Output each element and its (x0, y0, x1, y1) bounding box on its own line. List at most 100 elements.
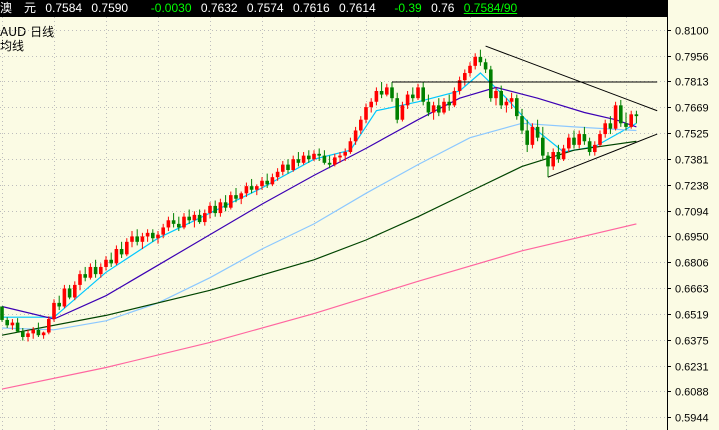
y-tick-label: 0.7669 (675, 103, 709, 115)
price-chart[interactable]: 0.8100 0.7956 0.7813 0.7669 0.7525 0.7381 0.72… (0, 0, 719, 430)
y-tick-label: 0.7525 (675, 129, 709, 141)
candle-body (0, 306, 4, 320)
candle-body (322, 155, 327, 163)
candle-body (395, 98, 399, 120)
candle-body (629, 114, 633, 127)
candle-body (265, 180, 269, 185)
candle-body (73, 284, 77, 298)
candle-body (182, 216, 186, 228)
candle-body (47, 319, 51, 333)
candle-body (348, 141, 353, 153)
y-tick-label: 0.6519 (675, 310, 709, 322)
candle-body (10, 322, 15, 326)
candle-body (286, 164, 290, 170)
candle-body (546, 155, 550, 167)
candle-body (390, 87, 394, 99)
candle-body (140, 236, 145, 242)
candle-body (57, 302, 61, 307)
candle-body (572, 137, 576, 145)
moving-average-line (1, 86, 637, 320)
candle-body (291, 159, 295, 170)
candle-body (525, 130, 529, 145)
candle-body (41, 332, 46, 336)
y-tick-label: 0.6806 (675, 258, 709, 270)
candle-body (151, 232, 155, 239)
y-tick-label: 0.6231 (675, 362, 709, 374)
candle-body (52, 302, 56, 320)
candle-body (468, 65, 472, 74)
candle-body (494, 90, 498, 99)
candle-body (385, 87, 389, 95)
candle-body (577, 134, 581, 145)
candle-body (535, 126, 540, 138)
candle-body (634, 114, 639, 117)
candle-body (499, 90, 503, 106)
candle-body (229, 195, 233, 208)
candle-body (359, 119, 363, 131)
candle-body (239, 193, 243, 199)
candle-body (192, 214, 197, 221)
moving-average-line (2, 72, 637, 318)
candle-body (312, 153, 316, 160)
candle-body (405, 94, 410, 106)
candle-body (582, 134, 587, 142)
candle-body (431, 105, 436, 113)
candle-body (114, 248, 119, 264)
candle-body (587, 141, 592, 153)
candle-body (109, 259, 113, 264)
candle-body (223, 202, 228, 208)
candle-body (234, 195, 238, 199)
candle-body (416, 87, 420, 99)
candle-body (437, 105, 441, 113)
candle-body (67, 288, 72, 298)
candle-body (504, 101, 509, 106)
candle-body (197, 214, 202, 223)
candle-body (509, 98, 514, 102)
candle-body (551, 152, 555, 167)
candle-body (452, 90, 457, 106)
candle-body (130, 236, 134, 242)
candle-body (218, 202, 223, 214)
candle-body (369, 101, 373, 108)
candle-body (478, 56, 483, 63)
candle-body (21, 331, 25, 337)
y-tick-label: 0.6663 (675, 284, 709, 296)
candle-body (161, 227, 165, 235)
candle-body (520, 116, 524, 131)
candle-body (249, 186, 254, 190)
candle-body (541, 137, 545, 156)
candle-body (421, 87, 425, 102)
candle-body (99, 266, 103, 275)
candle-body (62, 288, 67, 307)
moving-average-line (1, 140, 637, 336)
candle-body (343, 152, 347, 156)
candle-body (31, 329, 35, 334)
candle-body (270, 177, 275, 185)
candle-body (598, 134, 602, 145)
candle-body (26, 333, 30, 337)
candle-body (364, 107, 368, 120)
candle-body (244, 186, 249, 194)
candle-body (463, 73, 467, 81)
candle-body (83, 274, 87, 278)
candle-body (208, 205, 212, 214)
candle-body (619, 105, 623, 124)
candle-body (603, 123, 607, 135)
candle-body (213, 205, 217, 214)
candle-body (93, 266, 98, 275)
candle-body (483, 62, 488, 70)
candle-body (301, 155, 306, 163)
y-tick-label: 0.5944 (675, 413, 709, 425)
candle-body (156, 234, 160, 239)
candle-body (374, 90, 379, 102)
y-tick-label: 0.7813 (675, 77, 709, 89)
candle-body (88, 266, 93, 278)
candle-body (515, 98, 519, 117)
candle-body (15, 322, 20, 332)
candle-body (275, 171, 280, 178)
candle-body (135, 236, 139, 242)
candle-body (338, 155, 342, 158)
candle-body (593, 144, 597, 153)
candle-body (260, 180, 264, 187)
y-tick-label: 0.7094 (675, 207, 709, 219)
